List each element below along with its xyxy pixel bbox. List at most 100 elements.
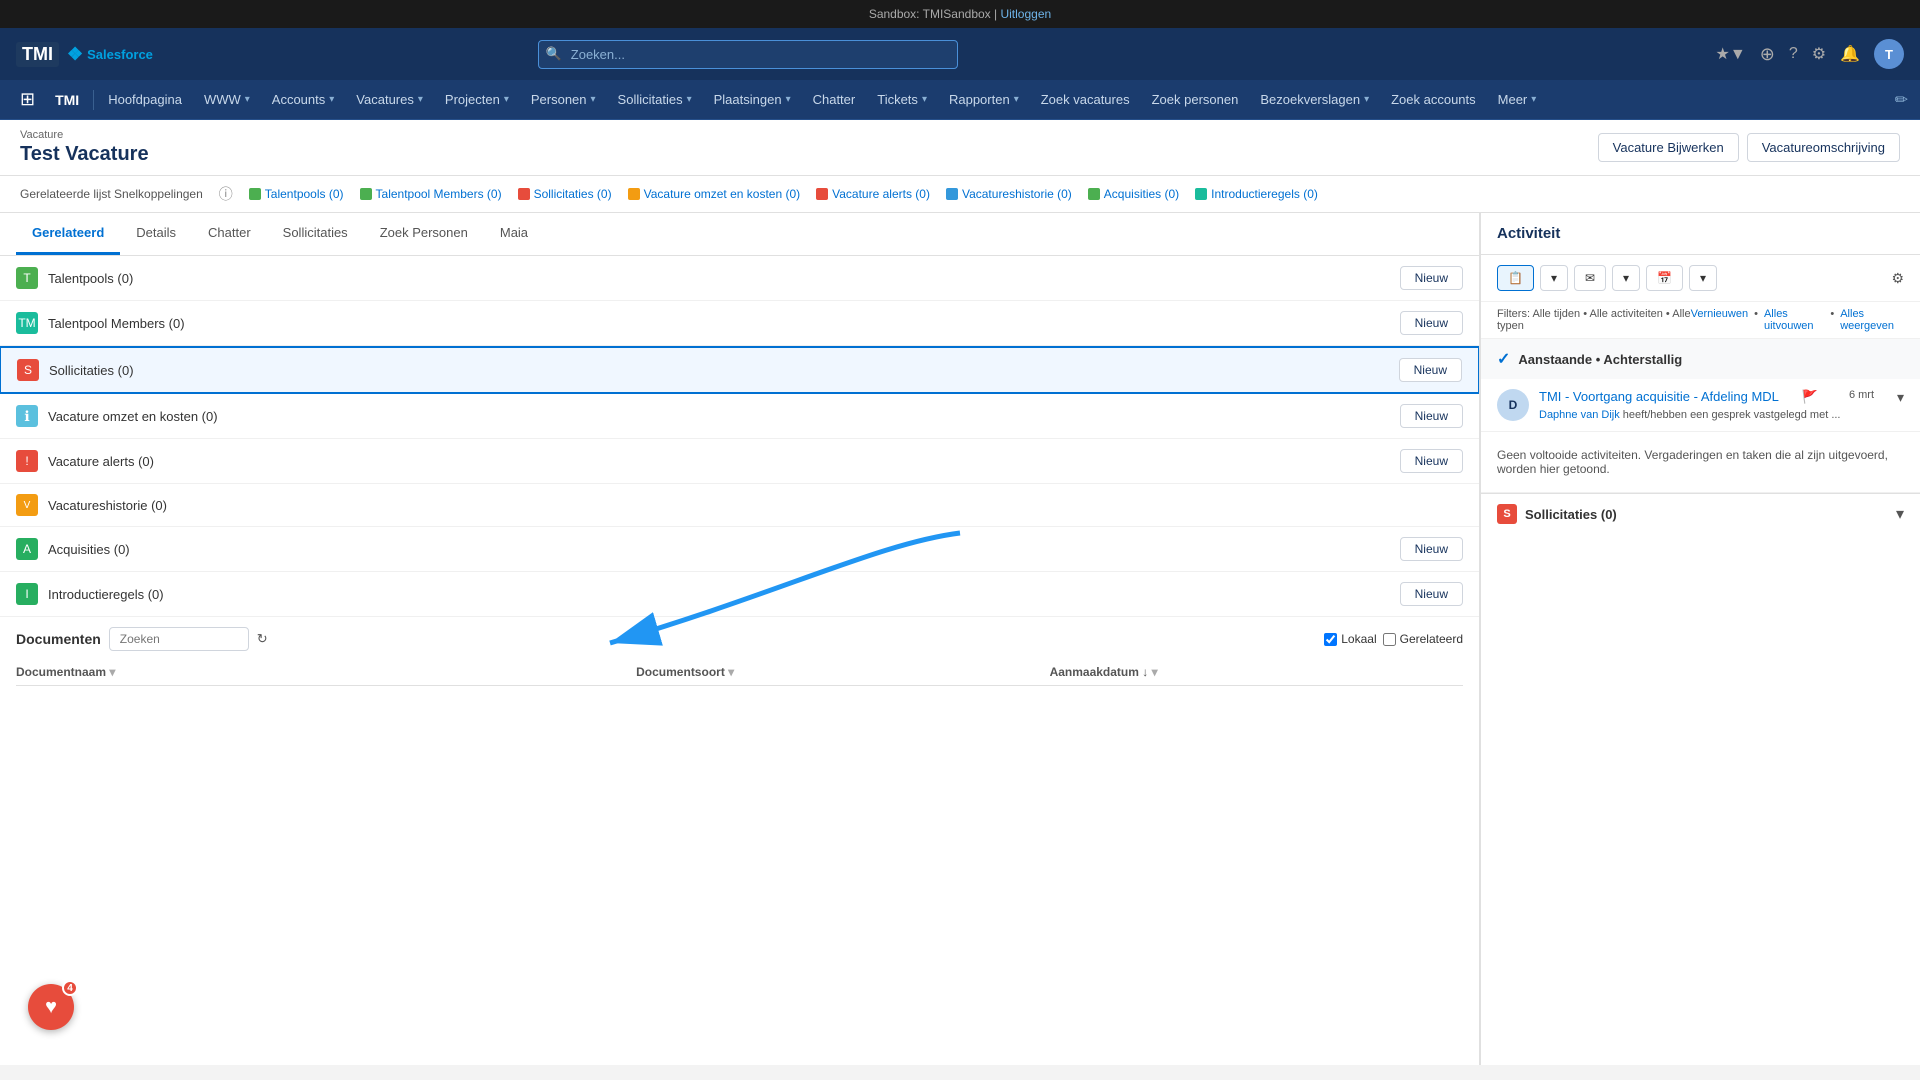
- nav-item-personen[interactable]: Personen ▾: [521, 86, 606, 113]
- dot-icon: [249, 188, 261, 200]
- gear-icon[interactable]: ⚙: [1891, 270, 1904, 287]
- quick-link-introductieregels[interactable]: Introductieregels (0): [1195, 187, 1318, 201]
- nav-item-tickets[interactable]: Tickets ▾: [867, 86, 937, 113]
- gear-icon[interactable]: ⚙: [1812, 44, 1826, 64]
- nav-item-rapporten[interactable]: Rapporten ▾: [939, 86, 1029, 113]
- nav-item-www[interactable]: WWW ▾: [194, 86, 260, 113]
- section-name-vacatureshistorie: Vacatureshistorie (0): [48, 498, 1463, 513]
- activity-log-btn[interactable]: 📋: [1497, 265, 1534, 291]
- quick-links-bar: Gerelateerde lijst Snelkoppelingen ⓘ Tal…: [0, 176, 1920, 213]
- bell-icon[interactable]: 🔔: [1840, 44, 1860, 64]
- quick-link-sollicitaties[interactable]: Sollicitaties (0): [518, 187, 612, 201]
- dot-icon: [360, 188, 372, 200]
- avatar[interactable]: T: [1874, 39, 1904, 69]
- section-icon-sollicitaties: S: [17, 359, 39, 381]
- gerelateerd-checkbox[interactable]: [1383, 633, 1396, 646]
- apps-button[interactable]: ⊞: [12, 83, 43, 116]
- info-icon[interactable]: ⓘ: [219, 184, 233, 204]
- tab-zoek-personen[interactable]: Zoek Personen: [364, 213, 484, 255]
- add-icon[interactable]: ⊕: [1760, 44, 1775, 65]
- section-name-acquisities: Acquisities (0): [48, 542, 1400, 557]
- page-header: Vacature Test Vacature Vacature Bijwerke…: [0, 120, 1920, 176]
- new-button-sollicitaties[interactable]: Nieuw: [1399, 358, 1462, 382]
- table-header: Documentnaam ▾ Documentsoort ▾ Aanmaakda…: [16, 659, 1463, 686]
- activity-item-0: D TMI - Voortgang acquisitie - Afdeling …: [1481, 379, 1920, 432]
- vacancy-description-button[interactable]: Vacatureomschrijving: [1747, 133, 1900, 162]
- chevron-down-icon: ▾: [687, 94, 692, 105]
- lokaal-checkbox-label: Lokaal: [1324, 632, 1376, 646]
- sollicitaties-panel: S Sollicitaties (0) ▾: [1481, 493, 1920, 534]
- filter-vernieuwen[interactable]: Vernieuwen: [1691, 308, 1749, 332]
- new-button-talentpool-members[interactable]: Nieuw: [1400, 311, 1463, 335]
- quick-link-talentpool-members[interactable]: Talentpool Members (0): [360, 187, 502, 201]
- activity-task-btn[interactable]: 📅: [1646, 265, 1683, 291]
- nav-item-zoek-personen[interactable]: Zoek personen: [1142, 86, 1249, 113]
- nav-item-zoek-accounts[interactable]: Zoek accounts: [1381, 86, 1486, 113]
- sort-icon[interactable]: ▾: [109, 665, 115, 679]
- chevron-down-icon: ▾: [922, 94, 927, 105]
- activity-email-dropdown[interactable]: ▾: [1612, 265, 1640, 291]
- tab-gerelateerd[interactable]: Gerelateerd: [16, 213, 120, 255]
- section-introductieregels: I Introductieregels (0) Nieuw: [0, 572, 1479, 617]
- search-input[interactable]: [538, 40, 958, 69]
- sort-icon[interactable]: ▾: [1152, 665, 1158, 679]
- nav-item-projecten[interactable]: Projecten ▾: [435, 86, 519, 113]
- lokaal-checkbox[interactable]: [1324, 633, 1337, 646]
- section-talentpool-members: TM Talentpool Members (0) Nieuw: [0, 301, 1479, 346]
- nav-item-chatter[interactable]: Chatter: [803, 86, 866, 113]
- activity-dropdown-1[interactable]: ▾: [1540, 265, 1568, 291]
- section-name-vacature-alerts: Vacature alerts (0): [48, 454, 1400, 469]
- quick-link-vacature-omzet[interactable]: Vacature omzet en kosten (0): [628, 187, 801, 201]
- help-icon[interactable]: ?: [1789, 45, 1798, 63]
- heart-icon: ♥: [45, 996, 57, 1019]
- tab-sollicitaties[interactable]: Sollicitaties: [267, 213, 364, 255]
- documents-search-input[interactable]: [109, 627, 249, 651]
- sort-desc-icon[interactable]: ↓: [1142, 665, 1148, 679]
- nav-item-hoofdpagina[interactable]: Hoofdpagina: [98, 86, 192, 113]
- filter-alles-uitvouwen[interactable]: Alles uitvouwen: [1764, 308, 1824, 332]
- nav-item-vacatures[interactable]: Vacatures ▾: [346, 86, 433, 113]
- documents-refresh-icon[interactable]: ↻: [257, 631, 268, 647]
- activity-author-link[interactable]: Daphne van Dijk: [1539, 409, 1620, 421]
- activity-title[interactable]: TMI - Voortgang acquisitie - Afdeling MD…: [1539, 389, 1779, 404]
- tab-details[interactable]: Details: [120, 213, 192, 255]
- sollicitaties-expand-icon[interactable]: ▾: [1896, 504, 1904, 524]
- heart-badge: 4: [62, 980, 78, 996]
- nav-item-bezoekverslagen[interactable]: Bezoekverslagen ▾: [1250, 86, 1379, 113]
- nav-item-accounts[interactable]: Accounts ▾: [262, 86, 345, 113]
- tab-chatter[interactable]: Chatter: [192, 213, 267, 255]
- new-button-talentpools[interactable]: Nieuw: [1400, 266, 1463, 290]
- edit-vacancy-button[interactable]: Vacature Bijwerken: [1598, 133, 1739, 162]
- activity-email-btn[interactable]: ✉: [1574, 265, 1606, 291]
- quick-link-vacatureshistorie[interactable]: Vacatureshistorie (0): [946, 187, 1072, 201]
- nav-item-sollicitaties[interactable]: Sollicitaties ▾: [608, 86, 702, 113]
- expand-icon[interactable]: ▾: [1897, 389, 1904, 406]
- filter-alles-weergeven[interactable]: Alles weergeven: [1840, 308, 1904, 332]
- col-aanmaakdatum: Aanmaakdatum ↓ ▾: [1050, 665, 1463, 679]
- sort-icon[interactable]: ▾: [728, 665, 734, 679]
- section-sollicitaties: S Sollicitaties (0) Nieuw: [0, 346, 1480, 394]
- new-button-acquisities[interactable]: Nieuw: [1400, 537, 1463, 561]
- dot-icon: [518, 188, 530, 200]
- logout-link[interactable]: Uitloggen: [1000, 7, 1051, 21]
- favorites-icon[interactable]: ★▼: [1716, 44, 1746, 64]
- quick-link-acquisities[interactable]: Acquisities (0): [1088, 187, 1179, 201]
- new-button-vacature-omzet[interactable]: Nieuw: [1400, 404, 1463, 428]
- logo-salesforce: ❖ Salesforce: [67, 44, 153, 65]
- documents-header: Documenten ↻ Lokaal Gerelateerd: [16, 627, 1463, 651]
- sandbox-bar: Sandbox: TMISandbox | Uitloggen: [0, 0, 1920, 28]
- new-button-vacature-alerts[interactable]: Nieuw: [1400, 449, 1463, 473]
- activity-more-btn[interactable]: ▾: [1689, 265, 1717, 291]
- nav-item-plaatsingen[interactable]: Plaatsingen ▾: [704, 86, 801, 113]
- nav-item-meer[interactable]: Meer ▾: [1488, 86, 1547, 113]
- nav-item-zoek-vacatures[interactable]: Zoek vacatures: [1031, 86, 1140, 113]
- quick-link-talentpools[interactable]: Talentpools (0): [249, 187, 344, 201]
- nav-edit-icon[interactable]: ✏: [1895, 90, 1908, 110]
- tab-maia[interactable]: Maia: [484, 213, 544, 255]
- quick-link-vacature-alerts[interactable]: Vacature alerts (0): [816, 187, 930, 201]
- nav-tmi-label[interactable]: TMI: [45, 86, 89, 114]
- new-button-introductieregels[interactable]: Nieuw: [1400, 582, 1463, 606]
- section-icon-acquisities: A: [16, 538, 38, 560]
- floating-heart-button[interactable]: ♥ 4: [28, 984, 74, 1030]
- no-activity-text: Geen voltooide activiteiten. Vergadering…: [1481, 432, 1920, 493]
